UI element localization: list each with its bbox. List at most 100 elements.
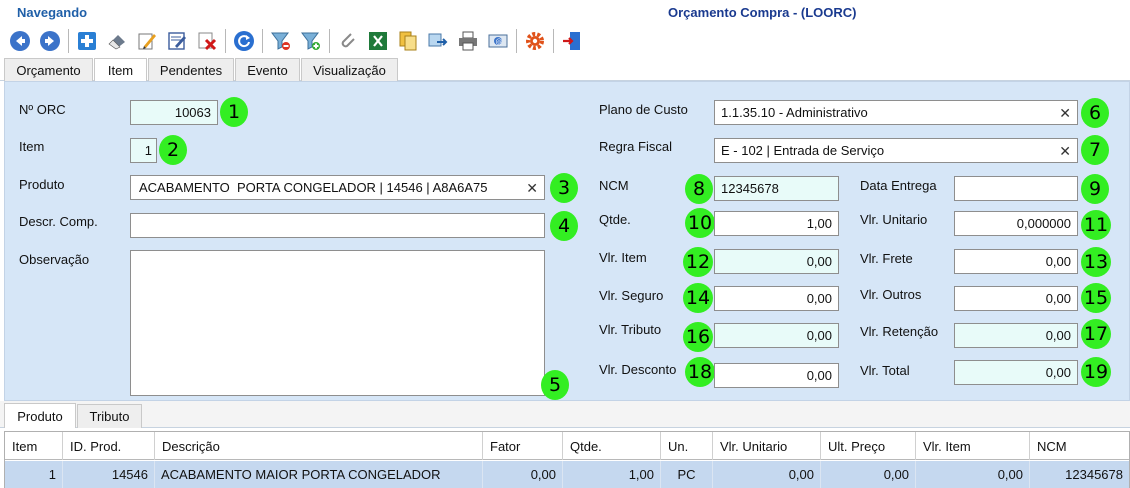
- plano-label: Plano de Custo: [599, 102, 688, 117]
- arrow-left-icon[interactable]: [6, 27, 34, 55]
- refresh-icon[interactable]: [230, 27, 258, 55]
- add-icon[interactable]: [73, 27, 101, 55]
- badge-6: 6: [1081, 98, 1109, 128]
- descr-field[interactable]: [130, 213, 545, 238]
- badge-18: 18: [685, 357, 715, 387]
- qtde-field[interactable]: 1,00: [714, 211, 839, 236]
- transfer-icon[interactable]: [424, 27, 452, 55]
- toolbar-separator: [68, 29, 69, 53]
- column-header[interactable]: ID. Prod.: [63, 432, 155, 460]
- mode-indicator: Navegando: [17, 5, 88, 20]
- column-header[interactable]: Ult. Preço: [821, 432, 916, 460]
- vlr-item-field[interactable]: 0,00: [714, 249, 839, 274]
- badge-16: 16: [683, 322, 713, 352]
- toolbar-separator: [262, 29, 263, 53]
- data-entrega-label: Data Entrega: [860, 178, 937, 193]
- column-header[interactable]: Un.: [661, 432, 713, 460]
- badge-12: 12: [683, 247, 713, 277]
- badge-17: 17: [1081, 319, 1111, 349]
- column-header[interactable]: Item: [5, 432, 63, 460]
- vlr-outros-label: Vlr. Outros: [860, 287, 922, 302]
- badge-15: 15: [1081, 283, 1111, 313]
- vlr-unitario-field[interactable]: 0,000000: [954, 211, 1078, 236]
- clear-icon[interactable]: ✕: [1059, 143, 1071, 160]
- ncm-label: NCM: [599, 178, 629, 193]
- toolbar: @: [6, 26, 588, 56]
- column-header[interactable]: Qtde.: [563, 432, 661, 460]
- clear-icon[interactable]: ✕: [526, 180, 538, 197]
- print-icon[interactable]: [454, 27, 482, 55]
- vlr-outros-field[interactable]: 0,00: [954, 286, 1078, 311]
- badge-1: 1: [220, 97, 248, 127]
- produto-value: ACABAMENTO PORTA CONGELADOR | 14546 | A8…: [139, 180, 488, 195]
- regra-value: E - 102 | Entrada de Serviço: [721, 143, 885, 158]
- vlr-frete-label: Vlr. Frete: [860, 251, 913, 266]
- column-header[interactable]: Descrição: [155, 432, 483, 460]
- arrow-right-icon[interactable]: [36, 27, 64, 55]
- table-cell: ACABAMENTO MAIOR PORTA CONGELADOR: [155, 461, 483, 488]
- edit-form-icon[interactable]: [163, 27, 191, 55]
- table-cell: 1: [5, 461, 63, 488]
- vlr-desconto-label: Vlr. Desconto: [599, 362, 677, 377]
- vlr-total-field[interactable]: 0,00: [954, 360, 1078, 385]
- attach-icon[interactable]: [334, 27, 362, 55]
- vlr-frete-field[interactable]: 0,00: [954, 249, 1078, 274]
- vlr-tributo-field[interactable]: 0,00: [714, 323, 839, 348]
- delete-icon[interactable]: [193, 27, 221, 55]
- table-cell: 0,00: [916, 461, 1030, 488]
- filter-add-icon[interactable]: [297, 27, 325, 55]
- edit-icon[interactable]: [133, 27, 161, 55]
- eraser-icon[interactable]: [103, 27, 131, 55]
- item-field[interactable]: 1: [130, 138, 157, 163]
- settings-icon[interactable]: [521, 27, 549, 55]
- badge-8: 8: [685, 174, 713, 204]
- obs-textarea[interactable]: [130, 250, 545, 396]
- excel-icon[interactable]: [364, 27, 392, 55]
- copy-icon[interactable]: [394, 27, 422, 55]
- svg-text:@: @: [496, 38, 503, 46]
- clear-icon[interactable]: ✕: [1059, 105, 1071, 122]
- vlr-item-label: Vlr. Item: [599, 250, 647, 265]
- badge-5: 5: [541, 370, 569, 400]
- grid-header: Item ID. Prod. Descrição Fator Qtde. Un.…: [5, 432, 1129, 460]
- vlr-seguro-field[interactable]: 0,00: [714, 286, 839, 311]
- regra-field[interactable]: E - 102 | Entrada de Serviço ✕: [714, 138, 1078, 163]
- detail-tabs: Produto Tributo: [0, 401, 1130, 428]
- orc-field[interactable]: 10063: [130, 100, 218, 125]
- vlr-seguro-label: Vlr. Seguro: [599, 288, 664, 303]
- obs-label: Observação: [19, 252, 90, 267]
- data-entrega-field[interactable]: [954, 176, 1078, 201]
- qtde-label: Qtde.: [599, 212, 631, 227]
- badge-2: 2: [159, 135, 187, 165]
- tab-produto[interactable]: Produto: [4, 403, 76, 428]
- tab-orcamento[interactable]: Orçamento: [4, 58, 93, 81]
- exit-icon[interactable]: [558, 27, 586, 55]
- tab-tributo[interactable]: Tributo: [77, 404, 142, 428]
- produto-label: Produto: [19, 177, 65, 192]
- badge-3: 3: [550, 173, 578, 203]
- vlr-unitario-label: Vlr. Unitario: [860, 212, 928, 227]
- badge-19: 19: [1081, 357, 1111, 387]
- column-header[interactable]: Fator: [483, 432, 563, 460]
- vlr-tributo-label: Vlr. Tributo: [599, 322, 662, 337]
- column-header[interactable]: Vlr. Unitario: [713, 432, 821, 460]
- plano-value: 1.1.35.10 - Administrativo: [721, 105, 868, 120]
- ncm-field[interactable]: 12345678: [714, 176, 839, 201]
- column-header[interactable]: NCM: [1030, 432, 1129, 460]
- filter-remove-icon[interactable]: [267, 27, 295, 55]
- plano-field[interactable]: 1.1.35.10 - Administrativo ✕: [714, 100, 1078, 125]
- table-cell: 12345678: [1065, 467, 1123, 482]
- tab-pendentes[interactable]: Pendentes: [148, 58, 234, 81]
- window-title: Orçamento Compra - (LOORC): [668, 5, 857, 20]
- vlr-retencao-field[interactable]: 0,00: [954, 323, 1078, 348]
- vlr-desconto-field[interactable]: 0,00: [714, 363, 839, 388]
- email-icon[interactable]: @: [484, 27, 512, 55]
- badge-9: 9: [1081, 174, 1109, 204]
- tab-item[interactable]: Item: [94, 58, 147, 82]
- column-header[interactable]: Vlr. Item: [916, 432, 1030, 460]
- main-tabs: Orçamento Item Pendentes Evento Visualiz…: [0, 57, 1130, 82]
- table-row[interactable]: 1 14546 ACABAMENTO MAIOR PORTA CONGELADO…: [5, 461, 1129, 488]
- tab-visualizacao[interactable]: Visualização: [301, 58, 398, 81]
- produto-field[interactable]: ACABAMENTO PORTA CONGELADOR | 14546 | A8…: [130, 175, 545, 200]
- tab-evento[interactable]: Evento: [235, 58, 300, 81]
